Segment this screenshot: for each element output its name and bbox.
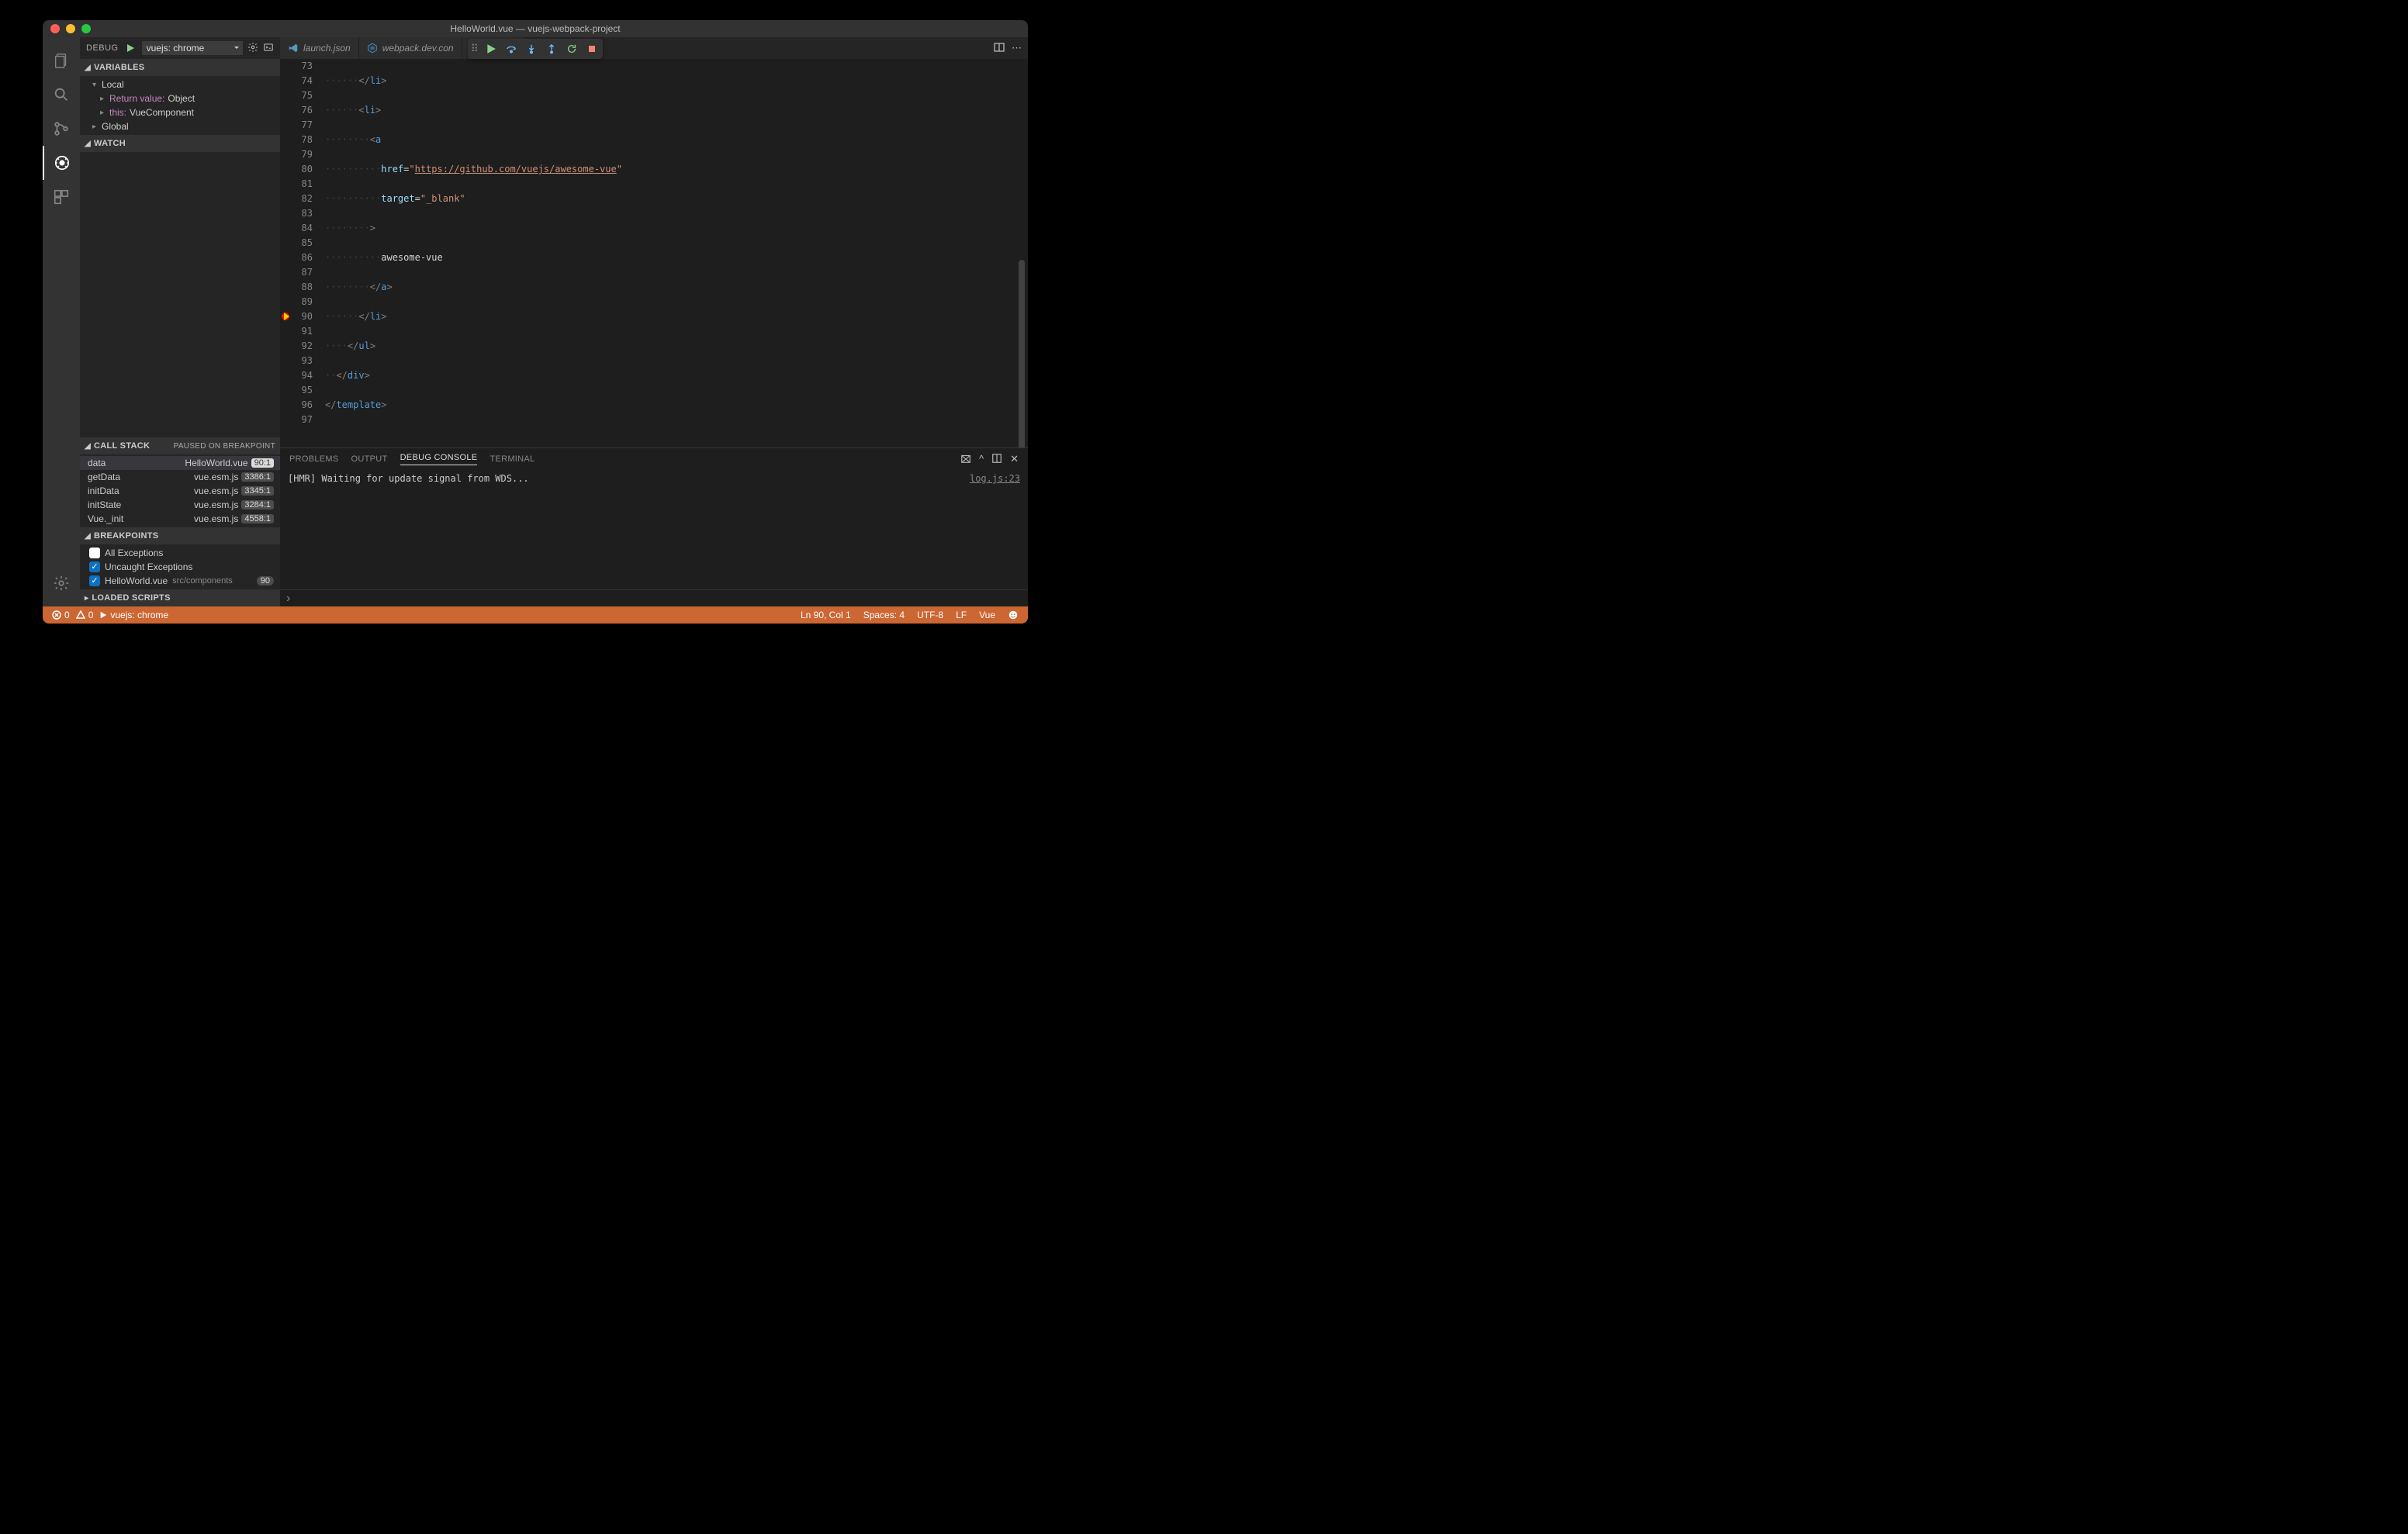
current-line-arrow-icon xyxy=(284,313,293,320)
debug-console-body[interactable]: [HMR] Waiting for update signal from WDS… xyxy=(280,470,1028,589)
variables-scope-global[interactable]: ▸Global xyxy=(80,119,280,133)
code-content[interactable]: ······</li> ······<li> ········<a ······… xyxy=(325,59,1028,447)
extensions-icon[interactable] xyxy=(43,180,80,214)
editor-area[interactable]: 73 74 75 76 77 78 79 80 81 82 83 84 85 8… xyxy=(280,59,1028,447)
bottom-panel: PROBLEMS OUTPUT DEBUG CONSOLE TERMINAL ^… xyxy=(280,447,1028,606)
debug-config-gear-icon[interactable] xyxy=(247,42,258,55)
vscode-icon xyxy=(288,43,299,54)
status-debug-config[interactable]: vuejs: chrome xyxy=(96,610,171,620)
webpack-icon xyxy=(367,43,378,54)
panel-tab-output[interactable]: OUTPUT xyxy=(351,454,388,464)
variables-scope-local[interactable]: ▾Local xyxy=(80,78,280,92)
source-control-icon[interactable] xyxy=(43,112,80,146)
search-icon[interactable] xyxy=(43,78,80,112)
callstack-header[interactable]: ◢CALL STACK PAUSED ON BREAKPOINT xyxy=(80,437,280,454)
debug-label: DEBUG xyxy=(86,43,119,53)
breakpoint-item[interactable]: HelloWorld.vue src/components90 xyxy=(80,574,280,588)
loaded-scripts-header[interactable]: ▸LOADED SCRIPTS xyxy=(80,589,280,606)
debug-config-bar: DEBUG vuejs: chrome xyxy=(80,37,280,59)
more-actions-icon[interactable]: ⋯ xyxy=(1012,42,1022,54)
status-encoding[interactable]: UTF-8 xyxy=(914,610,946,620)
restart-button[interactable] xyxy=(562,40,581,57)
debug-config-label: vuejs: chrome xyxy=(147,43,205,54)
collapse-icon[interactable]: ^ xyxy=(979,453,984,466)
breakpoint-uncaught-exceptions[interactable]: Uncaught Exceptions xyxy=(80,560,280,574)
callstack-frame[interactable]: getData vue.esm.js 3386:1 xyxy=(80,470,280,484)
callstack-frame[interactable]: initData vue.esm.js 3345:1 xyxy=(80,484,280,498)
activity-bar xyxy=(43,37,80,606)
status-bar: 0 0 vuejs: chrome Ln 90, Col 1 Spaces: 4… xyxy=(43,606,1028,624)
debug-config-select[interactable]: vuejs: chrome xyxy=(142,41,243,55)
status-cursor-position[interactable]: Ln 90, Col 1 xyxy=(797,610,854,620)
split-editor-icon[interactable] xyxy=(993,41,1005,56)
watch-body xyxy=(80,152,280,437)
status-eol[interactable]: LF xyxy=(953,610,970,620)
close-panel-icon[interactable]: ✕ xyxy=(1010,453,1019,466)
titlebar: HelloWorld.vue — vuejs-webpack-project xyxy=(43,20,1028,37)
stop-button[interactable] xyxy=(583,40,601,57)
debug-console-input[interactable]: › xyxy=(280,589,1028,606)
step-out-button[interactable] xyxy=(542,40,561,57)
clear-console-icon[interactable] xyxy=(960,453,971,466)
start-debug-button[interactable] xyxy=(123,41,137,55)
breakpoints-header[interactable]: ◢BREAKPOINTS xyxy=(80,527,280,544)
panel-tab-terminal[interactable]: TERMINAL xyxy=(490,454,535,464)
chevron-right-icon: › xyxy=(286,592,290,606)
settings-gear-icon[interactable] xyxy=(43,566,80,600)
maximize-panel-icon[interactable] xyxy=(991,453,1002,466)
callstack-frame[interactable]: Vue._init vue.esm.js 4558:1 xyxy=(80,512,280,526)
checkbox-icon[interactable] xyxy=(89,561,100,572)
callstack-body: data HelloWorld.vue 90:1 getData vue.esm… xyxy=(80,454,280,527)
panel-tab-debug-console[interactable]: DEBUG CONSOLE xyxy=(400,453,478,465)
variable-this[interactable]: ▸this: VueComponent xyxy=(80,105,280,119)
debug-icon[interactable] xyxy=(43,146,80,180)
editor-tabs: launch.json webpack.dev.con JS index.js … xyxy=(280,37,1028,59)
debug-toolbar[interactable]: ⠿ xyxy=(468,39,603,59)
panel-tab-problems[interactable]: PROBLEMS xyxy=(289,454,339,464)
step-into-button[interactable] xyxy=(522,40,541,57)
callstack-frame[interactable]: data HelloWorld.vue 90:1 xyxy=(80,456,280,470)
window-title: HelloWorld.vue — vuejs-webpack-project xyxy=(43,23,1028,34)
status-errors[interactable]: 0 xyxy=(49,610,73,620)
continue-button[interactable] xyxy=(482,40,500,57)
scrollbar[interactable] xyxy=(1019,260,1025,447)
status-language[interactable]: Vue xyxy=(976,610,998,620)
step-over-button[interactable] xyxy=(502,40,521,57)
callstack-frame[interactable]: initState vue.esm.js 3284:1 xyxy=(80,498,280,512)
variables-header[interactable]: ◢VARIABLES xyxy=(80,59,280,76)
breakpoint-all-exceptions[interactable]: All Exceptions xyxy=(80,546,280,560)
tab-launch-json[interactable]: launch.json xyxy=(280,37,359,59)
debug-console-icon[interactable] xyxy=(263,42,274,55)
gutter[interactable]: 73 74 75 76 77 78 79 80 81 82 83 84 85 8… xyxy=(280,59,325,447)
status-warnings[interactable]: 0 xyxy=(73,610,97,620)
watch-header[interactable]: ◢WATCH xyxy=(80,135,280,152)
checkbox-icon[interactable] xyxy=(89,548,100,558)
tab-webpack[interactable]: webpack.dev.con xyxy=(359,37,462,59)
variable-return-value[interactable]: ▸Return value: Object xyxy=(80,92,280,105)
explorer-icon[interactable] xyxy=(43,43,80,78)
drag-handle-icon[interactable]: ⠿ xyxy=(469,41,480,57)
log-source-link[interactable]: log.js:23 xyxy=(970,473,1020,484)
status-feedback-icon[interactable] xyxy=(1005,610,1022,620)
checkbox-icon[interactable] xyxy=(89,575,100,586)
debug-sidebar: DEBUG vuejs: chrome ◢VARIABLES ▾Local ▸R… xyxy=(80,37,280,606)
status-indentation[interactable]: Spaces: 4 xyxy=(860,610,908,620)
